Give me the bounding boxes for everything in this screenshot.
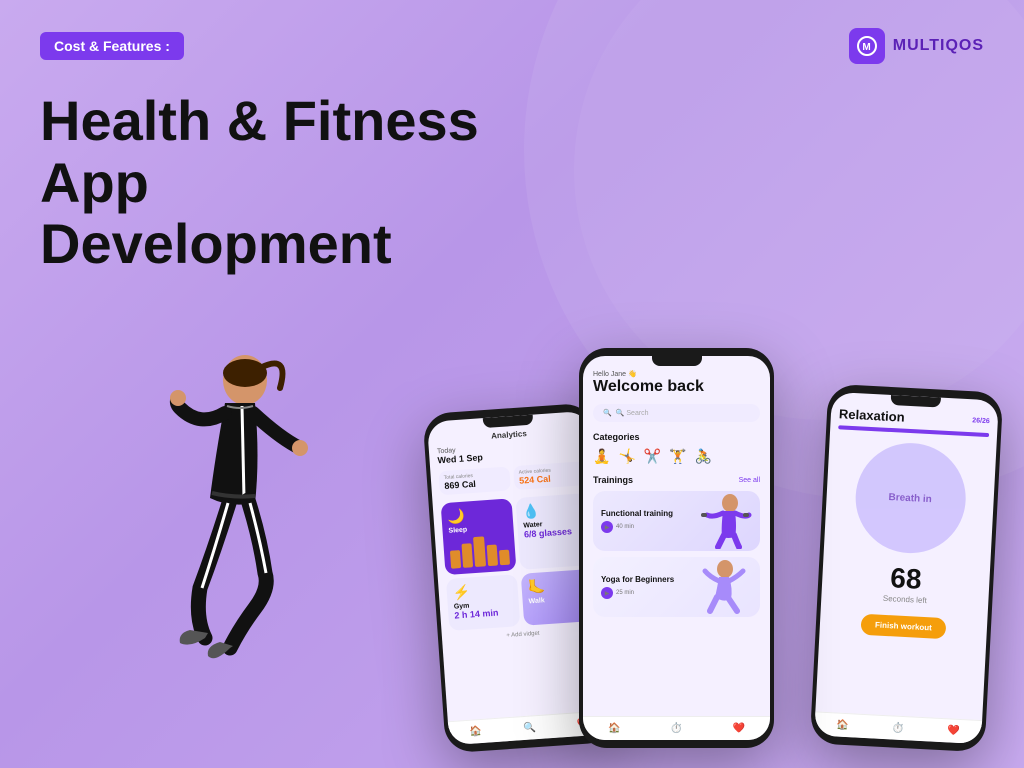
bar-5 <box>499 550 510 566</box>
gym-widget: ⚡ Gym 2 h 14 min <box>446 574 520 631</box>
cost-features-badge: Cost & Features : <box>40 32 184 60</box>
functional-training-svg <box>695 493 755 549</box>
calories-row: Total calories 869 Cal Active calories 5… <box>438 461 585 495</box>
welcome-text: Welcome back <box>593 378 760 396</box>
widget-row-1: 🌙 Sleep 💧 Water 6/8 glasses <box>441 493 592 575</box>
gym-icon: ⚡ <box>452 581 512 602</box>
svg-text:M: M <box>862 42 871 53</box>
play-btn-yoga[interactable]: ▶ <box>601 587 613 599</box>
nav-home-main[interactable]: 🏠 <box>608 723 620 734</box>
relaxation-title: Relaxation <box>839 406 905 424</box>
relaxation-progress: 26/26 <box>972 417 990 425</box>
training-name-functional: Functional training <box>601 509 682 519</box>
relaxation-content: Relaxation 26/26 Breath in 68 Seconds le… <box>814 392 999 744</box>
water-icon: 💧 <box>522 500 582 521</box>
logo: M MULTIQOS <box>849 28 984 64</box>
cat-scissors[interactable]: ✂️ <box>644 448 661 465</box>
nav-heart-main[interactable]: ❤️ <box>733 723 745 734</box>
breath-circle: Breath in <box>852 440 968 556</box>
sleep-widget: 🌙 Sleep <box>441 498 517 575</box>
nav-home-icon[interactable]: 🏠 <box>469 726 482 738</box>
training-img-functional <box>690 491 760 551</box>
categories-section-title: Categories <box>593 432 760 442</box>
sleep-label: Sleep <box>448 524 507 535</box>
bar-2 <box>462 543 474 568</box>
logo-icon: M <box>849 28 885 64</box>
trainings-header: Trainings See all <box>593 475 760 485</box>
runner-svg <box>60 318 340 738</box>
training-img-yoga <box>690 557 760 617</box>
categories-row: 🧘 🤸 ✂️ 🏋️ 🚴 <box>593 448 760 465</box>
heading-line2: Development <box>40 212 392 275</box>
center-content: Hello Jane 👋 Welcome back 🔍 🔍 Search Cat… <box>583 356 770 740</box>
training-name-yoga: Yoga for Beginners <box>601 575 682 585</box>
cat-yoga[interactable]: 🧘 <box>593 448 610 465</box>
training-duration-functional: ▶ 40 min <box>601 521 682 533</box>
nav-timer-right[interactable]: ⏱️ <box>892 722 905 734</box>
scissors-icon: ✂️ <box>644 448 661 465</box>
active-cal-box: Active calories 524 Cal <box>513 461 586 490</box>
duration-text-yoga: 25 min <box>616 590 634 596</box>
training-duration-yoga: ▶ 25 min <box>601 587 682 599</box>
lift-icon: 🏋️ <box>669 448 686 465</box>
seconds-number: 68 <box>883 562 929 596</box>
training-card-functional[interactable]: Functional training ▶ 40 min <box>593 491 760 551</box>
cat-lift[interactable]: 🏋️ <box>669 448 686 465</box>
runner-image <box>30 318 370 738</box>
cat-stretch[interactable]: 🤸 <box>618 448 635 465</box>
play-btn-functional[interactable]: ▶ <box>601 521 613 533</box>
training-info-functional: Functional training ▶ 40 min <box>593 491 690 551</box>
phone-main-notch <box>652 356 702 366</box>
nav-timer-main[interactable]: ⏱️ <box>670 723 682 734</box>
phone-mockups: Analytics Today Wed 1 Sep Total calories… <box>434 228 994 748</box>
phone-main: Hello Jane 👋 Welcome back 🔍 🔍 Search Cat… <box>579 348 774 748</box>
bar-4 <box>486 544 498 566</box>
yoga-icon: 🧘 <box>593 448 610 465</box>
training-card-yoga[interactable]: Yoga for Beginners ▶ 25 min <box>593 557 760 617</box>
search-bar[interactable]: 🔍 🔍 Search <box>593 404 760 422</box>
finish-workout-button[interactable]: Finish workout <box>860 614 946 639</box>
phone-main-nav: 🏠 ⏱️ ❤️ <box>583 716 770 740</box>
bar-1 <box>450 550 461 569</box>
yoga-svg <box>695 559 755 615</box>
see-all-link[interactable]: See all <box>739 477 760 484</box>
nav-heart-right[interactable]: ❤️ <box>947 725 960 737</box>
breath-area: Breath in 68 Seconds left Finish workout <box>827 439 988 641</box>
widget-row-2: ⚡ Gym 2 h 14 min 🦶 Walk <box>446 569 595 631</box>
analytics-full-date: Wed 1 Sep <box>437 452 483 465</box>
duration-text-functional: 40 min <box>616 524 634 530</box>
total-cal-box: Total calories 869 Cal <box>438 466 511 495</box>
bar-3 <box>473 536 485 567</box>
badge-text: Cost & Features : <box>54 38 170 54</box>
phone-relaxation-screen: Relaxation 26/26 Breath in 68 Seconds le… <box>814 392 999 744</box>
phone-main-screen: Hello Jane 👋 Welcome back 🔍 🔍 Search Cat… <box>583 356 770 740</box>
training-info-yoga: Yoga for Beginners ▶ 25 min <box>593 557 690 617</box>
stretch-icon: 🤸 <box>618 448 635 465</box>
seconds-label: Seconds left <box>883 594 927 605</box>
phone-relaxation: Relaxation 26/26 Breath in 68 Seconds le… <box>810 384 1004 753</box>
sleep-bars <box>449 535 510 569</box>
search-icon: 🔍 <box>603 409 612 417</box>
nav-search-icon[interactable]: 🔍 <box>523 722 536 734</box>
search-placeholder: 🔍 Search <box>616 409 649 417</box>
bike-icon: 🚴 <box>695 448 712 465</box>
trainings-section-title: Trainings <box>593 475 633 485</box>
seconds-display: 68 Seconds left <box>883 562 929 605</box>
sleep-icon: 🌙 <box>447 505 507 526</box>
nav-home-right[interactable]: 🏠 <box>836 720 849 732</box>
logo-text: MULTIQOS <box>893 37 984 55</box>
heading-line1: Health & Fitness App <box>40 89 479 214</box>
hello-text: Hello Jane 👋 <box>593 370 760 378</box>
cat-bike[interactable]: 🚴 <box>695 448 712 465</box>
breath-text: Breath in <box>888 491 932 504</box>
